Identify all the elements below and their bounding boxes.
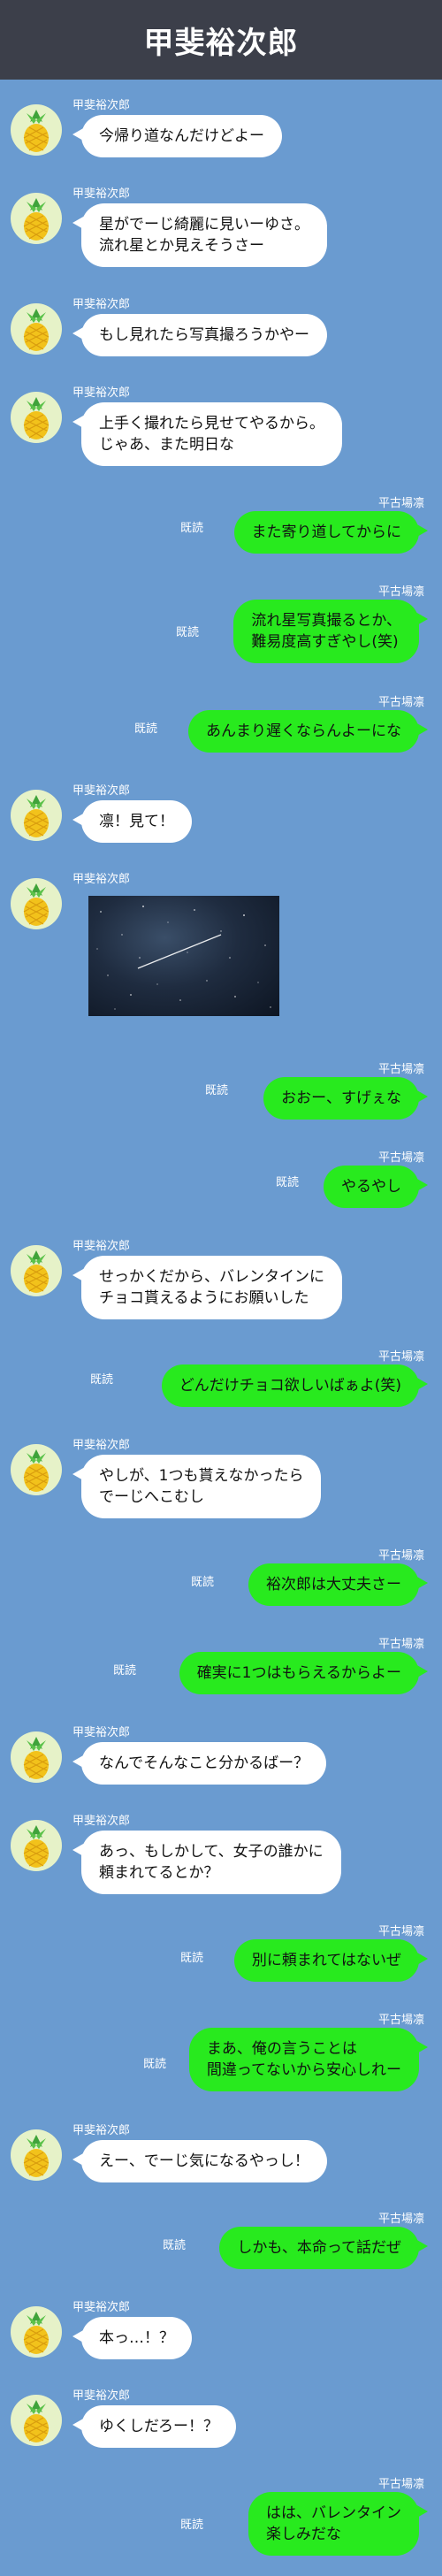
- sender-name: 甲斐裕次郎: [72, 1439, 131, 1452]
- pineapple-icon: [23, 397, 50, 440]
- read-receipt: 既読: [162, 2239, 186, 2252]
- night-sky-photo[interactable]: [88, 896, 279, 1016]
- read-receipt: 既読: [179, 1952, 203, 1965]
- message-bubble[interactable]: あっ、もしかして、女子の誰かに 頼まれてるとか？: [72, 1831, 341, 1894]
- avatar[interactable]: [11, 1731, 62, 1783]
- sender-name: 甲斐裕次郎: [72, 784, 131, 798]
- message-bubble[interactable]: やしが、1つも貰えなかったら でーじへこむし: [72, 1455, 322, 1518]
- read-receipt: 既読: [179, 2519, 203, 2532]
- sender-name: 平古場凛: [377, 497, 424, 510]
- read-receipt: 既読: [275, 1176, 299, 1189]
- pineapple-icon: [23, 2400, 50, 2442]
- chat-title: 甲斐裕次郎: [143, 25, 299, 61]
- message-bubble[interactable]: せっかくだから、バレンタインに チョコ貰えるようにお願いした: [72, 1256, 342, 1319]
- message-bubble[interactable]: 別に頼まれてはないぜ: [233, 1939, 429, 1982]
- message-bubble[interactable]: もし見れたら写真撮ろうかやー: [72, 314, 327, 356]
- sender-name: 甲斐裕次郎: [72, 187, 131, 201]
- message-bubble[interactable]: やるやし: [324, 1166, 428, 1208]
- avatar[interactable]: [11, 1444, 62, 1495]
- sender-name: 甲斐裕次郎: [72, 386, 131, 400]
- sender-name: 平古場凛: [377, 1638, 424, 1651]
- pineapple-icon: [23, 883, 50, 926]
- avatar[interactable]: [11, 193, 62, 244]
- read-receipt: 既読: [142, 2058, 166, 2071]
- message-bubble[interactable]: 確実に1つはもらえるからよー: [179, 1652, 429, 1694]
- avatar[interactable]: [11, 303, 62, 355]
- read-receipt: 既読: [89, 1373, 113, 1387]
- sender-name: 平古場凛: [377, 1549, 424, 1563]
- sender-name: 甲斐裕次郎: [72, 873, 131, 886]
- sender-name: 平古場凛: [377, 696, 424, 709]
- avatar[interactable]: [11, 2129, 62, 2181]
- sender-name: 甲斐裕次郎: [72, 2389, 131, 2403]
- message-bubble[interactable]: 凛！見て！: [72, 800, 192, 843]
- sender-name: 甲斐裕次郎: [72, 1726, 131, 1739]
- pineapple-icon: [23, 1825, 50, 1868]
- avatar[interactable]: [11, 2395, 62, 2446]
- sender-name: 平古場凛: [377, 1350, 424, 1364]
- shooting-star-image: [96, 906, 271, 1010]
- sender-name: 平古場凛: [377, 1063, 424, 1076]
- message-bubble[interactable]: まあ、俺の言うことは 間違ってないから安心しれー: [188, 2028, 429, 2091]
- sender-name: 甲斐裕次郎: [72, 298, 131, 311]
- message-bubble[interactable]: 流れ星写真撮るとか、 難易度高すぎやし(笑): [233, 600, 428, 663]
- sender-name: 平古場凛: [377, 585, 424, 599]
- message-bubble[interactable]: しかも、本命って話だぜ: [219, 2227, 428, 2269]
- read-receipt: 既読: [204, 1084, 228, 1097]
- chat-header: 甲斐裕次郎: [0, 0, 442, 80]
- sender-name: 甲斐裕次郎: [72, 1240, 131, 1253]
- message-bubble[interactable]: あんまり遅くならんよーにな: [188, 710, 428, 753]
- message-bubble[interactable]: えー、でーじ気になるやっし！: [72, 2140, 327, 2182]
- sender-name: 平古場凛: [377, 2478, 424, 2491]
- message-bubble[interactable]: どんだけチョコ欲しいばぁよ(笑): [161, 1364, 429, 1407]
- sender-name: 甲斐裕次郎: [72, 2124, 131, 2137]
- message-bubble[interactable]: 裕次郎は大丈夫さー: [248, 1563, 428, 1606]
- pineapple-icon: [23, 1250, 50, 1293]
- avatar[interactable]: [11, 104, 62, 156]
- sender-name: 平古場凛: [377, 2014, 424, 2027]
- message-bubble[interactable]: 上手く撮れたら見せてやるから。 じゃあ、また明日な: [72, 402, 342, 466]
- avatar[interactable]: [11, 392, 62, 443]
- message-bubble[interactable]: ゆくしだろー！？: [72, 2405, 236, 2448]
- read-receipt: 既読: [112, 1664, 136, 1678]
- sender-name: 平古場凛: [377, 1925, 424, 1938]
- avatar[interactable]: [11, 2306, 62, 2358]
- sender-name: 甲斐裕次郎: [72, 1815, 131, 1828]
- sender-name: 平古場凛: [377, 2213, 424, 2226]
- read-receipt: 既読: [190, 1576, 214, 1589]
- read-receipt: 既読: [179, 522, 203, 535]
- message-bubble[interactable]: また寄り道してからに: [233, 511, 428, 554]
- message-bubble[interactable]: 今帰り道なんだけどよー: [72, 115, 282, 157]
- pineapple-icon: [23, 795, 50, 837]
- pineapple-icon: [23, 1449, 50, 1492]
- message-bubble[interactable]: 本っ…！？: [72, 2317, 192, 2359]
- sender-name: 平古場凛: [377, 1151, 424, 1165]
- message-bubble[interactable]: なんでそんなこと分かるばー？: [72, 1742, 327, 1785]
- read-receipt: 既読: [133, 722, 157, 736]
- avatar[interactable]: [11, 1820, 62, 1871]
- message-bubble[interactable]: 星がでーじ綺麗に見いーゆさ。 流れ星とか見えそうさー: [72, 203, 327, 267]
- avatar[interactable]: [11, 878, 62, 929]
- message-bubble[interactable]: おおー、すげぇな: [263, 1077, 428, 1120]
- avatar[interactable]: [11, 1245, 62, 1296]
- pineapple-icon: [23, 2135, 50, 2177]
- sender-name: 甲斐裕次郎: [72, 2301, 131, 2314]
- pineapple-icon: [23, 110, 50, 152]
- read-receipt: 既読: [175, 626, 199, 639]
- pineapple-icon: [23, 2312, 50, 2354]
- avatar[interactable]: [11, 790, 62, 841]
- pineapple-icon: [23, 309, 50, 351]
- pineapple-icon: [23, 198, 50, 241]
- message-bubble[interactable]: はは、バレンタイン 楽しみだな: [248, 2492, 428, 2556]
- sender-name: 甲斐裕次郎: [72, 99, 131, 112]
- pineapple-icon: [23, 1737, 50, 1779]
